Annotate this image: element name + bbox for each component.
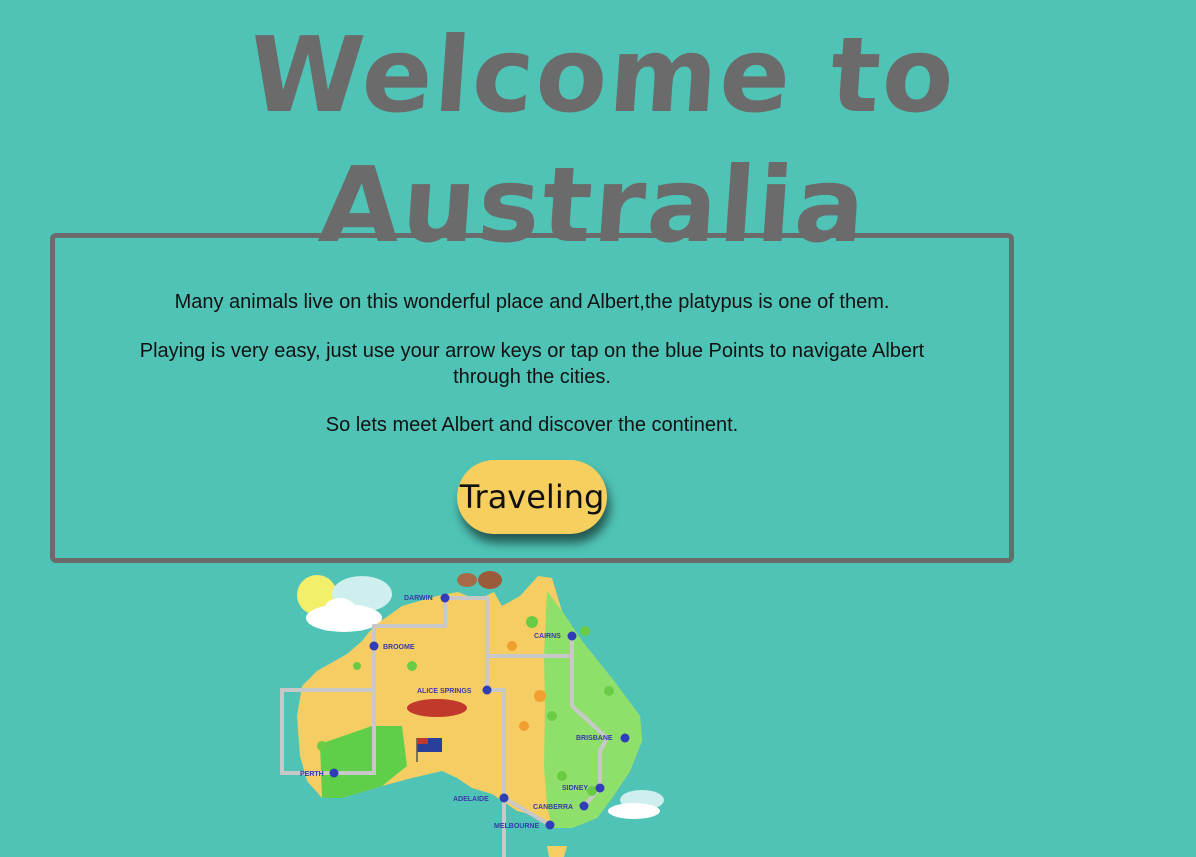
city-label-sidney: SIDNEY (562, 785, 588, 792)
intro-paragraph-3: So lets meet Albert and discover the con… (325, 414, 739, 436)
rock-icon (457, 571, 502, 589)
city-point-darwin[interactable] (440, 593, 450, 603)
page-title: Welcome to Australia (244, 14, 961, 266)
australia-map-illustration: DARWIN BROOME CAIRNS ALICE SPRINGS BRISB… (280, 571, 664, 857)
page: Welcome to Australia Many animals live o… (0, 0, 1196, 857)
intro-paragraph-2: Playing is very easy, just use your arro… (139, 340, 925, 388)
city-point-melbourne[interactable] (545, 820, 555, 830)
city-label-perth: PERTH (300, 771, 324, 778)
intro-box: Many animals live on this wonderful plac… (50, 233, 1014, 563)
city-point-brisbane[interactable] (620, 733, 630, 743)
city-point-alice-springs[interactable] (482, 685, 492, 695)
uluru-icon (407, 699, 467, 717)
australia-map: DARWIN BROOME CAIRNS ALICE SPRINGS BRISB… (262, 566, 672, 857)
city-label-broome: BROOME (383, 644, 415, 651)
city-point-cairns[interactable] (567, 631, 577, 641)
city-point-adelaide[interactable] (499, 793, 509, 803)
city-label-adelaide: ADELAIDE (453, 796, 489, 803)
tasmania-shape (547, 846, 567, 857)
city-label-darwin: DARWIN (404, 595, 433, 602)
city-point-broome[interactable] (369, 641, 379, 651)
city-label-melbourne: MELBOURNE (494, 823, 539, 830)
city-label-alice-springs: ALICE SPRINGS (417, 688, 472, 695)
intro-paragraph-1: Many animals live on this wonderful plac… (174, 291, 890, 313)
city-label-brisbane: BRISBANE (576, 735, 613, 742)
traveling-button[interactable]: Traveling (457, 460, 607, 534)
city-label-cairns: CAIRNS (534, 633, 561, 640)
city-point-sidney[interactable] (595, 783, 605, 793)
city-point-perth[interactable] (329, 768, 339, 778)
city-point-canberra[interactable] (579, 801, 589, 811)
city-label-canberra: CANBERRA (533, 804, 573, 811)
cloud-icon (608, 790, 664, 819)
